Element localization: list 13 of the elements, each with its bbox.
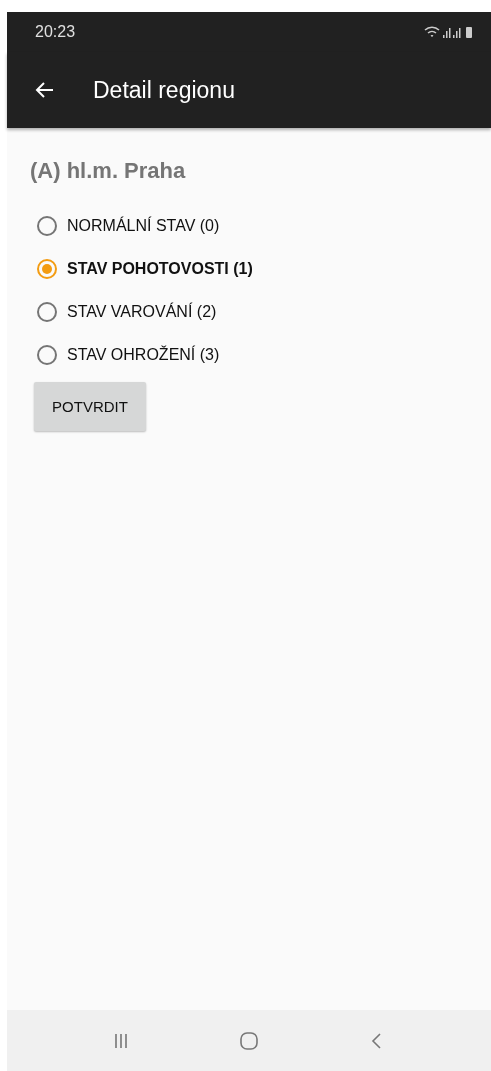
radio-label: STAV OHROŽENÍ (3) bbox=[67, 345, 220, 364]
radio-button[interactable] bbox=[37, 215, 57, 236]
screen-title: Detail regionu bbox=[93, 76, 235, 104]
status-time: 20:23 bbox=[35, 23, 76, 41]
region-title: (A) hl.m. Praha bbox=[30, 158, 187, 184]
status-icons bbox=[423, 24, 473, 40]
radio-label: STAV VAROVÁNÍ (2) bbox=[67, 302, 217, 321]
radio-label: STAV POHOTOVOSTI (1) bbox=[67, 259, 253, 278]
radio-button[interactable] bbox=[37, 344, 57, 365]
radio-button[interactable] bbox=[37, 258, 57, 279]
radio-button[interactable] bbox=[37, 301, 57, 322]
radio-label: NORMÁLNÍ STAV (0) bbox=[67, 216, 220, 235]
confirm-button[interactable]: POTVRDIT bbox=[34, 382, 146, 431]
